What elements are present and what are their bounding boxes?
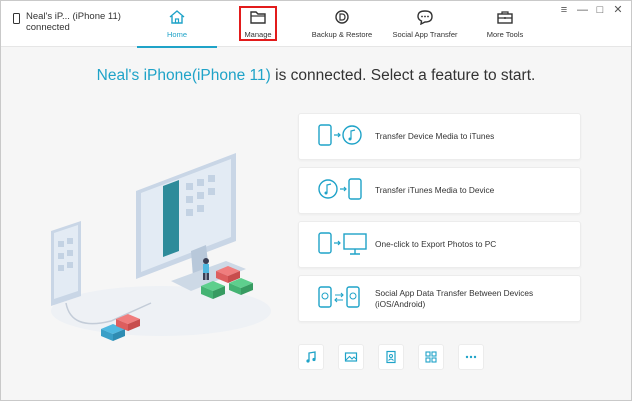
tab-social-app-transfer[interactable]: Social App Transfer <box>385 1 465 47</box>
more-icon[interactable] <box>458 344 484 370</box>
device-connection-status: connected <box>26 22 70 33</box>
headline-device-name: Neal's iPhone(iPhone 11) <box>96 67 271 84</box>
feature-social-app-data-transfer[interactable]: Social App Data Transfer Between Devices… <box>298 275 581 322</box>
tab-home-label: Home <box>166 30 187 39</box>
phone-to-music-icon <box>299 113 375 160</box>
window-controls: ≡ — □ ✕ <box>559 5 623 16</box>
app-window: Neal's iP... (iPhone 11) connected Home <box>0 0 632 401</box>
feature-transfer-device-media-to-itunes[interactable]: Transfer Device Media to iTunes <box>298 113 581 160</box>
chat-bubble-icon <box>417 10 433 25</box>
top-bar: Neal's iP... (iPhone 11) connected Home <box>1 1 631 48</box>
tab-more-tools-label: More Tools <box>486 30 524 39</box>
feature-label-sub: (iOS/Android) <box>375 298 426 309</box>
menu-icon[interactable]: ≡ <box>559 5 569 16</box>
apps-icon[interactable] <box>418 344 444 370</box>
device-name: Neal's iP... (iPhone 11) <box>26 11 121 22</box>
main-nav: Home Manage Backup & Restore Social App … <box>137 1 545 48</box>
maximize-icon[interactable]: □ <box>595 5 605 16</box>
feature-label: Social App Data Transfer Between Devices <box>375 288 534 298</box>
highlight-box <box>239 6 277 41</box>
device-status[interactable]: Neal's iP... (iPhone 11) connected <box>13 11 121 33</box>
feature-label: Transfer Device Media to iTunes <box>375 131 495 142</box>
music-to-phone-icon <box>299 167 375 214</box>
tab-home[interactable]: Home <box>137 1 217 48</box>
quick-actions <box>298 344 484 370</box>
minimize-icon[interactable]: — <box>577 5 588 16</box>
social-transfer-icon <box>299 275 375 322</box>
tab-more-tools[interactable]: More Tools <box>465 1 545 47</box>
feature-list: Transfer Device Media to iTunes Transfer… <box>298 113 581 329</box>
feature-export-photos-to-pc[interactable]: One-click to Export Photos to PC <box>298 221 581 268</box>
photo-icon[interactable] <box>338 344 364 370</box>
phone-icon <box>13 13 20 24</box>
music-icon[interactable] <box>298 344 324 370</box>
headline-text: is connected. Select a feature to start. <box>270 67 536 84</box>
feature-label: Transfer iTunes Media to Device <box>375 185 495 196</box>
home-icon <box>169 10 185 24</box>
feature-transfer-itunes-media-to-device[interactable]: Transfer iTunes Media to Device <box>298 167 581 214</box>
close-icon[interactable]: ✕ <box>613 5 623 16</box>
tab-backup-label: Backup & Restore <box>311 30 373 39</box>
feature-label: One-click to Export Photos to PC <box>375 239 497 250</box>
tab-backup-restore[interactable]: Backup & Restore <box>299 1 385 47</box>
backup-icon <box>335 10 349 24</box>
tab-social-label: Social App Transfer <box>392 30 458 39</box>
phone-to-pc-icon <box>299 221 375 268</box>
connection-headline: Neal's iPhone(iPhone 11) is connected. S… <box>1 67 631 85</box>
contacts-icon[interactable] <box>378 344 404 370</box>
toolbox-icon <box>497 11 513 24</box>
device-illustration <box>51 153 271 341</box>
tab-manage[interactable]: Manage <box>217 1 299 47</box>
